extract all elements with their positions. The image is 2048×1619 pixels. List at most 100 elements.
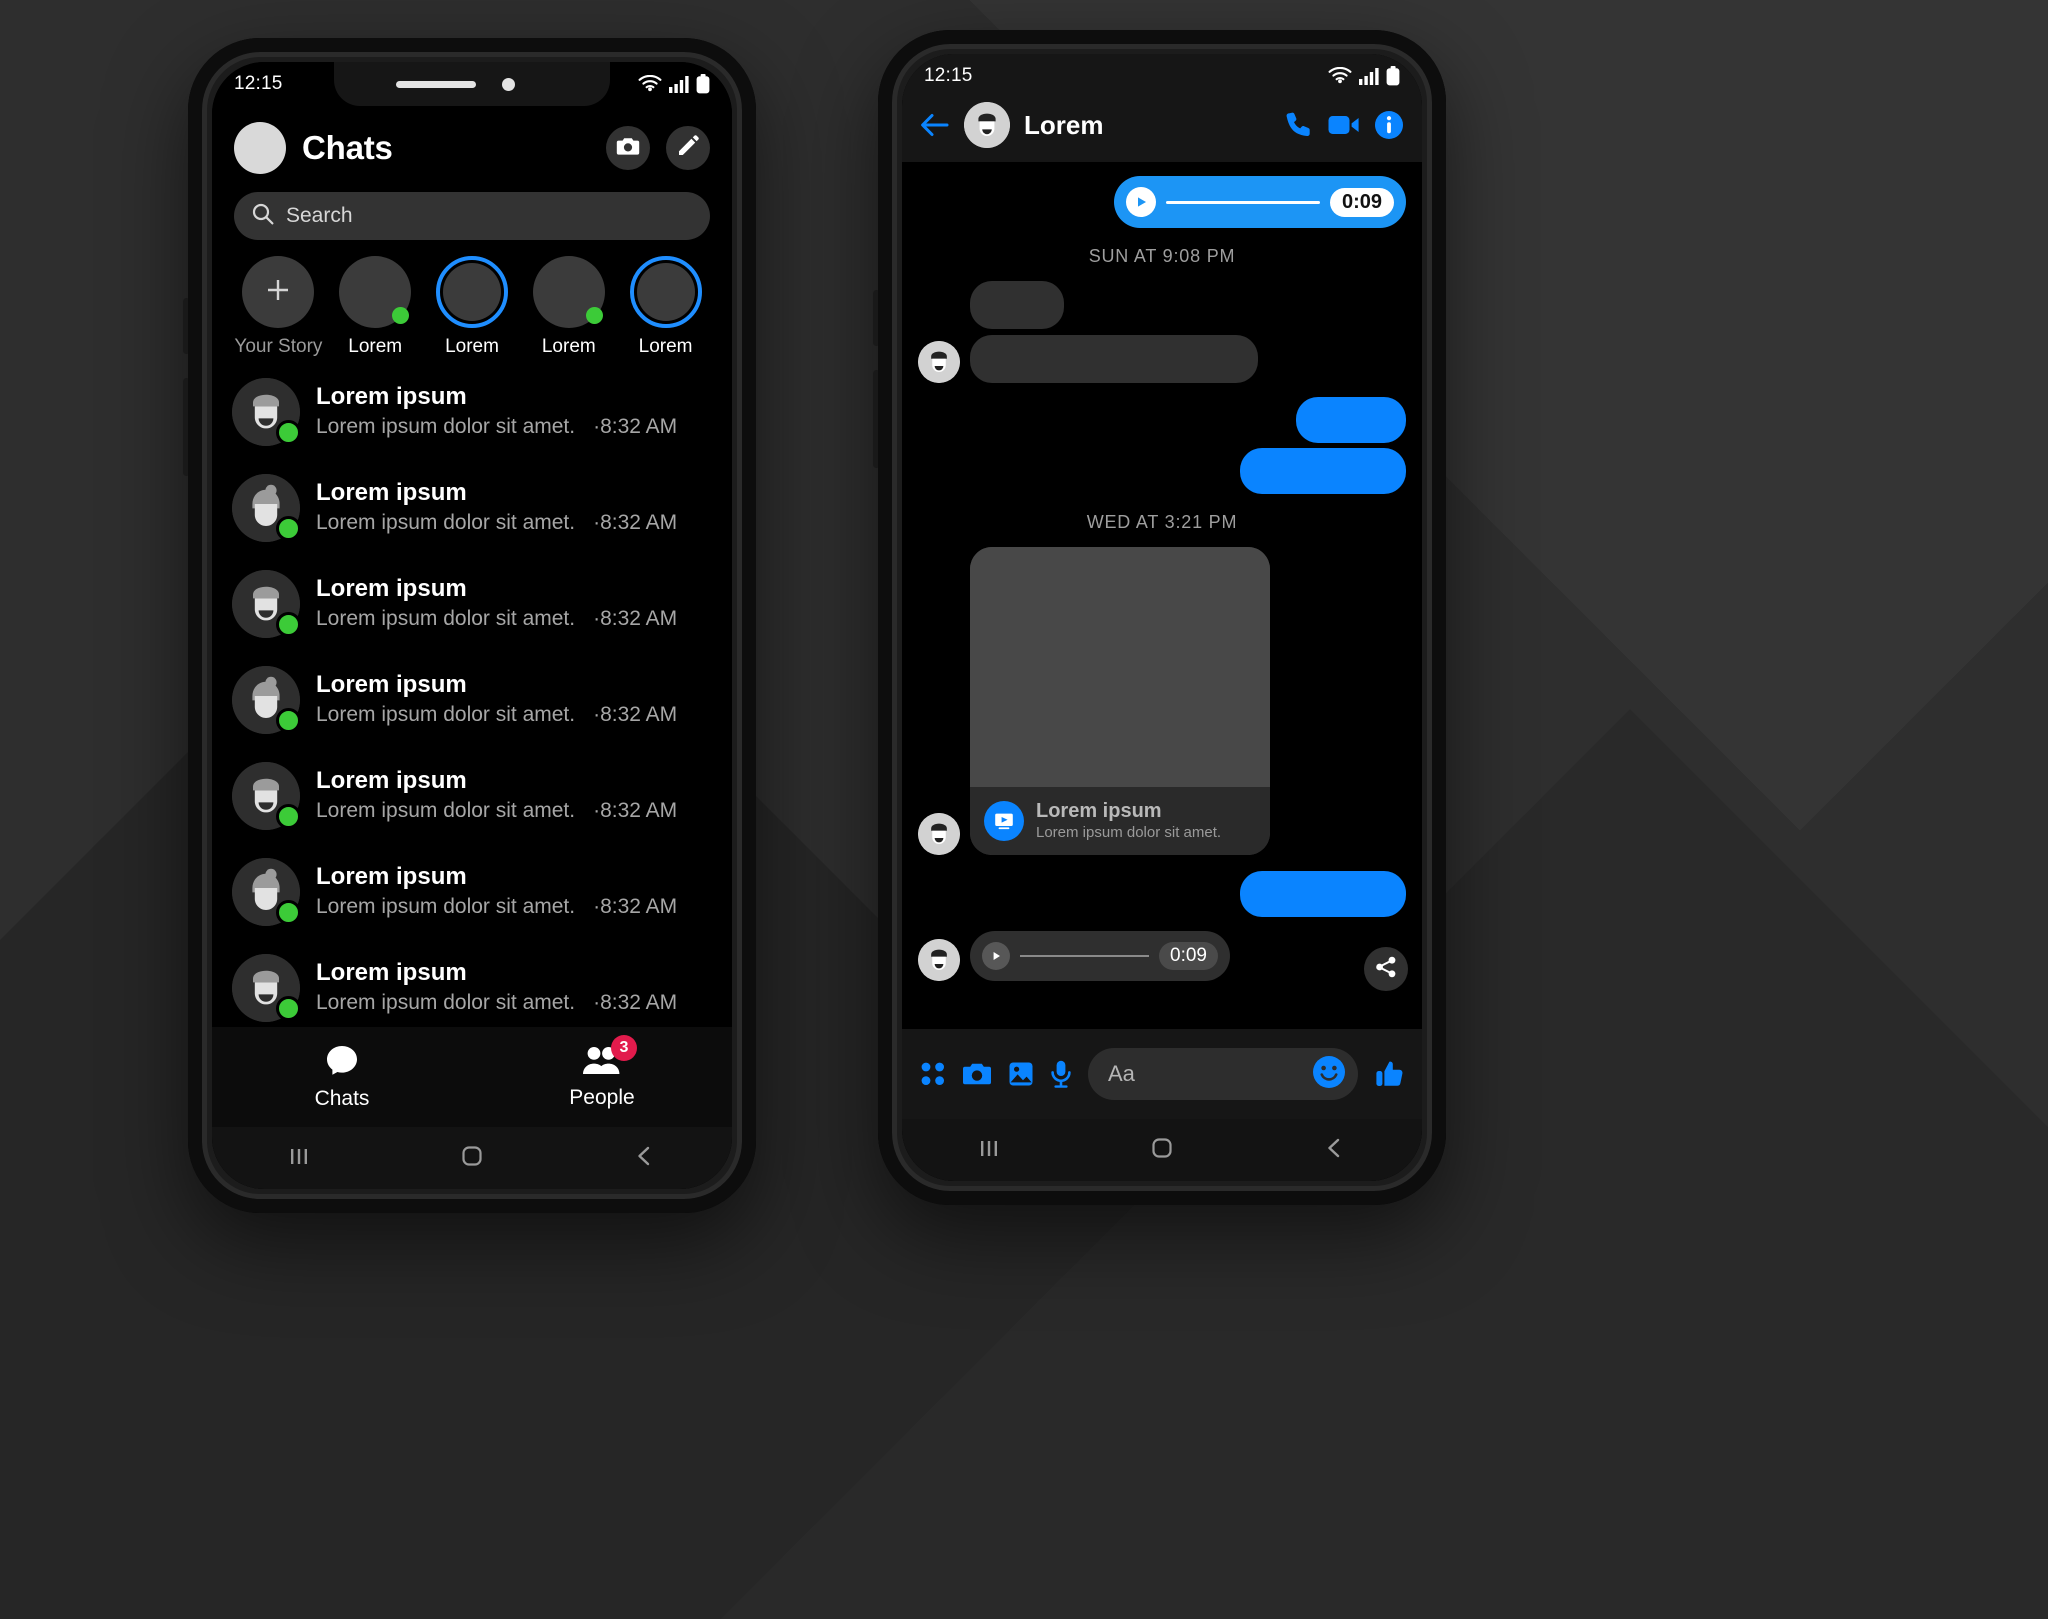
chat-time: ·8:32 AM xyxy=(593,415,678,439)
story-your-story[interactable]: Your Story xyxy=(232,256,325,358)
story-item-4[interactable]: Lorem xyxy=(619,256,712,358)
message-input[interactable]: Aa xyxy=(1088,1048,1358,1100)
wifi-icon xyxy=(1328,67,1352,85)
online-dot xyxy=(276,996,301,1021)
search-bar[interactable]: Search xyxy=(234,192,710,240)
online-dot xyxy=(392,307,410,324)
story-item-1[interactable]: Lorem xyxy=(329,256,422,358)
story-avatar xyxy=(442,263,501,321)
chat-list-item[interactable]: Lorem ipsum Lorem ipsum dolor sit amet. ·8… xyxy=(232,844,712,940)
people-badge: 3 xyxy=(611,1034,637,1061)
status-clock: 12:15 xyxy=(924,65,973,86)
phone-device-chats: 12:15 Chats Search Your Story Lorem Lore… xyxy=(183,38,756,1213)
gallery-button[interactable] xyxy=(1008,1061,1034,1087)
play-button[interactable] xyxy=(982,941,1010,970)
video-play-button[interactable] xyxy=(984,800,1024,841)
chat-list-item[interactable]: Lorem ipsum Lorem ipsum dolor sit amet. ·8… xyxy=(232,652,712,748)
chats-screen: 12:15 Chats Search Your Story Lorem Lore… xyxy=(212,62,732,1189)
search-input[interactable]: Search xyxy=(286,204,353,228)
recents-icon xyxy=(977,1137,1001,1164)
chat-preview: Lorem ipsum dolor sit amet. xyxy=(316,607,576,631)
chat-item-text: Lorem ipsum Lorem ipsum dolor sit amet. ·8… xyxy=(316,765,712,827)
microphone-button[interactable] xyxy=(1050,1060,1072,1088)
contact-avatar[interactable] xyxy=(964,102,1010,148)
message-bubble-incoming[interactable] xyxy=(970,281,1064,329)
home-button[interactable] xyxy=(1075,1136,1248,1165)
online-dot xyxy=(276,900,301,925)
message-row-voice-out[interactable]: 0:09 xyxy=(918,176,1406,228)
chat-time: ·8:32 AM xyxy=(593,607,678,631)
chat-list-item[interactable]: Lorem ipsum Lorem ipsum dolor sit amet. ·8… xyxy=(232,748,712,844)
message-row-media[interactable]: Lorem ipsum Lorem ipsum dolor sit amet. xyxy=(918,547,1406,855)
chat-item-text: Lorem ipsum Lorem ipsum dolor sit amet. ·8… xyxy=(316,957,712,1019)
message-row-in-1[interactable] xyxy=(970,281,1406,329)
chat-list-item[interactable]: Lorem ipsum Lorem ipsum dolor sit amet. ·8… xyxy=(232,460,712,556)
video-call-button[interactable] xyxy=(1328,113,1360,137)
battery-icon xyxy=(696,74,710,94)
info-button[interactable] xyxy=(1374,110,1404,140)
voice-message-outgoing[interactable]: 0:09 xyxy=(1114,176,1406,228)
chat-preview: Lorem ipsum dolor sit amet. xyxy=(316,799,576,823)
voice-progress-track[interactable] xyxy=(1166,200,1320,204)
story-label: Your Story xyxy=(234,336,323,357)
recents-button[interactable] xyxy=(902,1137,1075,1164)
message-input-placeholder[interactable]: Aa xyxy=(1108,1061,1312,1087)
message-row-out-1[interactable] xyxy=(918,397,1406,443)
story-item-3[interactable]: Lorem xyxy=(522,256,615,358)
message-row-in-2[interactable] xyxy=(918,335,1406,383)
share-button[interactable] xyxy=(1364,947,1408,991)
chat-name: Lorem ipsum xyxy=(316,863,467,891)
back-button[interactable] xyxy=(1249,1136,1422,1165)
message-row-voice-in[interactable]: 0:09 xyxy=(918,930,1406,981)
back-button[interactable] xyxy=(559,1144,732,1173)
stories-row[interactable]: Your Story Lorem Lorem Lorem Lorem xyxy=(212,240,732,364)
voice-progress-track[interactable] xyxy=(1020,954,1150,957)
voice-message-incoming[interactable]: 0:09 xyxy=(970,930,1230,981)
message-bubble-outgoing[interactable] xyxy=(1296,397,1406,443)
bottom-tab-bar[interactable]: Chats 3 People xyxy=(212,1027,732,1127)
home-button[interactable] xyxy=(385,1144,558,1173)
message-bubble-incoming[interactable] xyxy=(970,335,1258,383)
message-row-out-3[interactable] xyxy=(918,870,1406,917)
apps-button[interactable] xyxy=(920,1061,946,1087)
back-arrow-button[interactable] xyxy=(920,112,950,138)
chat-list[interactable]: Lorem ipsum Lorem ipsum dolor sit amet. ·8… xyxy=(212,364,732,1027)
media-card-title: Lorem ipsum xyxy=(1036,800,1162,822)
message-bubble-outgoing[interactable] xyxy=(1240,448,1406,494)
story-ring-unseen xyxy=(435,256,508,328)
message-composer[interactable]: Aa xyxy=(902,1029,1422,1119)
chat-list-item[interactable]: Lorem ipsum Lorem ipsum dolor sit amet. ·8… xyxy=(232,940,712,1027)
avatar xyxy=(232,474,301,542)
tab-chats[interactable]: Chats xyxy=(212,1027,472,1127)
chat-list-item[interactable]: Lorem ipsum Lorem ipsum dolor sit amet. ·8… xyxy=(232,556,712,652)
chat-item-text: Lorem ipsum Lorem ipsum dolor sit amet. ·8… xyxy=(316,477,712,539)
recents-button[interactable] xyxy=(212,1145,385,1172)
profile-avatar[interactable] xyxy=(234,122,286,174)
avatar xyxy=(232,954,301,1022)
media-link-card[interactable]: Lorem ipsum Lorem ipsum dolor sit amet. xyxy=(970,547,1270,855)
compose-button[interactable] xyxy=(666,126,710,170)
chat-preview: Lorem ipsum dolor sit amet. xyxy=(316,415,576,439)
tab-people[interactable]: 3 People xyxy=(472,1027,732,1127)
story-label: Lorem xyxy=(638,336,693,357)
recents-icon xyxy=(287,1145,311,1172)
story-item-2[interactable]: Lorem xyxy=(426,256,519,358)
phone2-android-navbar[interactable] xyxy=(902,1119,1422,1181)
chat-name: Lorem ipsum xyxy=(316,383,467,411)
phone1-android-navbar[interactable] xyxy=(212,1127,732,1189)
chat-list-item[interactable]: Lorem ipsum Lorem ipsum dolor sit amet. ·8… xyxy=(232,364,712,460)
voice-duration: 0:09 xyxy=(1329,187,1394,217)
voice-call-button[interactable] xyxy=(1284,110,1314,140)
emoji-button[interactable] xyxy=(1312,1055,1346,1094)
avatar xyxy=(232,762,301,830)
message-thread[interactable]: 0:09 SUN AT 9:08 PM WED AT 3:21 PM Lorem… xyxy=(902,162,1422,1029)
camera-button[interactable] xyxy=(606,126,650,170)
sender-avatar xyxy=(918,938,960,981)
message-bubble-outgoing[interactable] xyxy=(1240,870,1406,917)
like-button[interactable] xyxy=(1374,1059,1404,1089)
online-dot xyxy=(276,708,301,733)
avatar xyxy=(232,378,301,446)
play-button[interactable] xyxy=(1126,187,1156,217)
message-row-out-2[interactable] xyxy=(918,448,1406,494)
camera-button[interactable] xyxy=(962,1061,992,1087)
